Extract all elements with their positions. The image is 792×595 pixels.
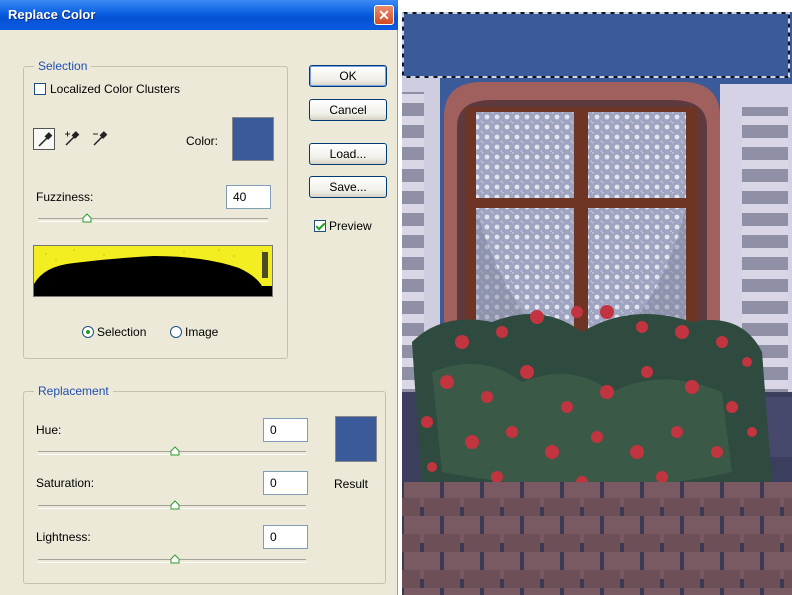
eyedropper-icon — [38, 132, 53, 147]
eyedropper-minus-tool[interactable] — [89, 128, 111, 150]
selection-legend: Selection — [34, 59, 92, 73]
selection-view-radio[interactable] — [82, 326, 94, 338]
ok-button[interactable]: OK — [309, 65, 387, 87]
eyedropper-plus-icon — [65, 131, 80, 146]
window-with-flowers-image — [402, 12, 792, 595]
image-view-label[interactable]: Image — [185, 325, 218, 339]
saturation-slider-thumb[interactable] — [170, 500, 180, 510]
preview-checkbox[interactable] — [314, 220, 326, 232]
hue-label: Hue: — [36, 423, 62, 437]
preview-label[interactable]: Preview — [329, 219, 372, 233]
close-icon: ✕ — [378, 7, 390, 23]
eyedropper-minus-icon — [93, 131, 108, 146]
title-bar[interactable]: Replace Color ✕ — [0, 0, 398, 30]
color-label: Color: — [186, 134, 219, 148]
selection-group: Selection — [23, 59, 288, 359]
selection-view-label[interactable]: Selection — [97, 325, 146, 339]
document-photo[interactable] — [402, 12, 792, 595]
lightness-slider-thumb[interactable] — [170, 554, 180, 564]
eyedropper-tool[interactable] — [33, 128, 55, 150]
image-view-radio[interactable] — [170, 326, 182, 338]
result-label: Result — [334, 477, 369, 491]
selection-preview-mask — [33, 245, 273, 297]
lightness-label: Lightness: — [36, 530, 91, 544]
load-button[interactable]: Load... — [309, 143, 387, 165]
save-button[interactable]: Save... — [309, 176, 387, 198]
hue-slider-thumb[interactable] — [170, 446, 180, 456]
fuzziness-slider-track[interactable] — [38, 218, 268, 222]
fuzziness-slider-thumb[interactable] — [82, 213, 92, 223]
eyedropper-plus-tool[interactable] — [61, 128, 83, 150]
replacement-legend: Replacement — [34, 384, 113, 398]
saturation-label: Saturation: — [36, 476, 95, 490]
fuzziness-input[interactable]: 40 — [226, 185, 271, 209]
fuzziness-label: Fuzziness: — [36, 190, 94, 204]
hue-input[interactable]: 0 — [263, 418, 308, 442]
selected-color-swatch[interactable] — [232, 117, 274, 161]
cancel-button[interactable]: Cancel — [309, 99, 387, 121]
localized-color-clusters-label[interactable]: Localized Color Clusters — [50, 82, 180, 96]
dialog-title: Replace Color — [8, 7, 96, 22]
close-button[interactable]: ✕ — [374, 5, 394, 25]
replace-color-dialog: Replace Color ✕ Selection Localized Colo… — [0, 0, 398, 595]
lightness-input[interactable]: 0 — [263, 525, 308, 549]
localized-color-clusters-checkbox[interactable] — [34, 83, 46, 95]
saturation-input[interactable]: 0 — [263, 471, 308, 495]
result-color-swatch — [335, 416, 377, 462]
